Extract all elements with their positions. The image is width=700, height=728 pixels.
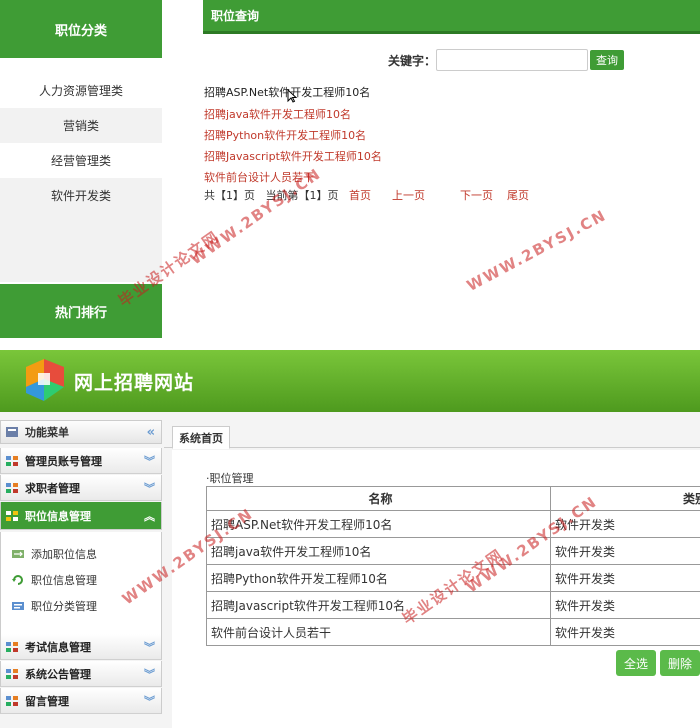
site-title: 网上招聘网站 [74, 372, 195, 394]
section-title-text: 职位管理 [209, 472, 254, 485]
keyword-input[interactable] [436, 49, 588, 71]
menu-job-seekers[interactable]: 求职者管理 ︾ [0, 475, 162, 501]
submenu-manage-jobs[interactable]: 职位信息管理 [11, 570, 97, 590]
column-header-name[interactable]: 名称 [206, 486, 551, 511]
pager-prev-link[interactable]: 上一页 [392, 189, 425, 202]
category-spacer [0, 212, 162, 282]
submenu-job-categories[interactable]: 职位分类管理 [11, 596, 97, 616]
submenu-label: 添加职位信息 [31, 548, 97, 561]
mouse-cursor-icon [287, 89, 297, 103]
pager-first-link[interactable]: 首页 [349, 189, 371, 202]
table-row[interactable]: 软件前台设计人员若干 软件开发类 [206, 618, 700, 646]
chevron-up-icon: ︽ [144, 509, 155, 523]
hot-ranking-header: 热门排行 [0, 284, 162, 338]
column-header-category[interactable]: 类别 [550, 486, 700, 511]
chevron-down-icon: ︾ [144, 694, 155, 708]
cell-category: 软件开发类 [550, 591, 700, 619]
function-menu-label: 功能菜单 [25, 426, 69, 439]
submenu-add-job[interactable]: 添加职位信息 [11, 544, 97, 564]
collapse-icon[interactable]: « [147, 425, 155, 440]
cell-name: 软件前台设计人员若干 [206, 618, 551, 646]
submenu-label: 职位信息管理 [31, 574, 97, 587]
add-icon [12, 550, 24, 558]
list-icon [12, 602, 24, 610]
submenu-label: 职位分类管理 [31, 600, 97, 613]
search-button[interactable]: 查询 [590, 50, 624, 70]
refresh-icon [12, 575, 23, 585]
menu-job-info[interactable]: 职位信息管理 ︽ [0, 502, 162, 530]
table-row[interactable]: 招聘Python软件开发工程师10名 软件开发类 [206, 564, 700, 592]
job-link[interactable]: 招聘Javascript软件开发工程师10名 [204, 148, 382, 164]
category-header: 职位分类 [0, 0, 162, 58]
chevron-down-icon: ︾ [144, 454, 155, 468]
admin-banner: 网上招聘网站 [0, 350, 700, 412]
menu-label: 职位信息管理 [25, 509, 91, 523]
pager-total: 共【1】页 [204, 189, 255, 202]
menu-label: 考试信息管理 [25, 640, 91, 654]
pagination: 共【1】页 当前第【1】页 首页 上一页 下一页 尾页 [204, 187, 529, 203]
chevron-down-icon: ︾ [144, 481, 155, 495]
main-content: ·职位管理 名称 类别 招聘ASP.Net软件开发工程师10名 软件开发类 招聘… [172, 450, 700, 728]
grid-icon [6, 510, 18, 521]
function-menu-header: 功能菜单 « [0, 420, 162, 444]
table-row[interactable]: 招聘java软件开发工程师10名 软件开发类 [206, 537, 700, 565]
menu-exam-info[interactable]: 考试信息管理 ︾ [0, 634, 162, 660]
menu-label: 留言管理 [25, 694, 69, 708]
cell-category: 软件开发类 [550, 510, 700, 538]
table-row[interactable]: 招聘Javascript软件开发工程师10名 软件开发类 [206, 591, 700, 619]
category-item-software[interactable]: 软件开发类 [0, 178, 162, 213]
grid-icon [6, 668, 18, 679]
site-logo-icon [26, 359, 64, 401]
table-header-row: 名称 类别 [206, 486, 700, 511]
job-table: 名称 类别 招聘ASP.Net软件开发工程师10名 软件开发类 招聘java软件… [206, 486, 700, 646]
grid-icon [6, 695, 18, 706]
cell-category: 软件开发类 [550, 618, 700, 646]
grid-icon [6, 455, 18, 466]
menu-icon [6, 427, 18, 437]
tab-bar: 系统首页 [164, 420, 700, 449]
delete-button[interactable]: 删除 [660, 650, 700, 676]
category-item-hr[interactable]: 人力资源管理类 [0, 73, 162, 108]
cell-name: 招聘ASP.Net软件开发工程师10名 [206, 510, 551, 538]
menu-label: 管理员账号管理 [25, 454, 102, 468]
admin-panel: 网上招聘网站 功能菜单 « 管理员账号管理 ︾ 求职者管理 ︾ 职位信息管理 ︽… [0, 350, 700, 728]
submenu: 添加职位信息 职位信息管理 职位分类管理 [0, 532, 162, 634]
category-item-marketing[interactable]: 营销类 [0, 108, 162, 143]
cell-name: 招聘Python软件开发工程师10名 [206, 564, 551, 592]
table-row[interactable]: 招聘ASP.Net软件开发工程师10名 软件开发类 [206, 510, 700, 538]
menu-admin-accounts[interactable]: 管理员账号管理 ︾ [0, 448, 162, 474]
section-title: ·职位管理 [206, 472, 254, 485]
job-query-header: 职位查询 [203, 0, 700, 34]
cell-category: 软件开发类 [550, 537, 700, 565]
chevron-down-icon: ︾ [144, 667, 155, 681]
tab-system-home[interactable]: 系统首页 [172, 426, 230, 449]
pager-next-link[interactable]: 下一页 [460, 189, 493, 202]
cell-category: 软件开发类 [550, 564, 700, 592]
menu-announcements[interactable]: 系统公告管理 ︾ [0, 661, 162, 687]
grid-icon [6, 641, 18, 652]
grid-icon [6, 482, 18, 493]
menu-label: 求职者管理 [25, 481, 80, 495]
category-item-management[interactable]: 经营管理类 [0, 143, 162, 178]
pager-last-link[interactable]: 尾页 [507, 189, 529, 202]
menu-label: 系统公告管理 [25, 667, 91, 681]
keyword-label: 关键字： [388, 54, 437, 68]
watermark: WWW.2BYSJ.CN [463, 205, 610, 295]
front-page-panel: 职位分类 人力资源管理类 营销类 经营管理类 软件开发类 热门排行 职位查询 关… [0, 0, 700, 348]
pager-current: 当前第【1】页 [265, 189, 339, 202]
cell-name: 招聘java软件开发工程师10名 [206, 537, 551, 565]
job-link[interactable]: 招聘Python软件开发工程师10名 [204, 127, 366, 143]
job-link[interactable]: 招聘java软件开发工程师10名 [204, 106, 351, 122]
select-all-button[interactable]: 全选 [616, 650, 656, 676]
job-link[interactable]: 软件前台设计人员若干 [204, 169, 314, 185]
chevron-down-icon: ︾ [144, 640, 155, 654]
menu-messages[interactable]: 留言管理 ︾ [0, 688, 162, 714]
cell-name: 招聘Javascript软件开发工程师10名 [206, 591, 551, 619]
